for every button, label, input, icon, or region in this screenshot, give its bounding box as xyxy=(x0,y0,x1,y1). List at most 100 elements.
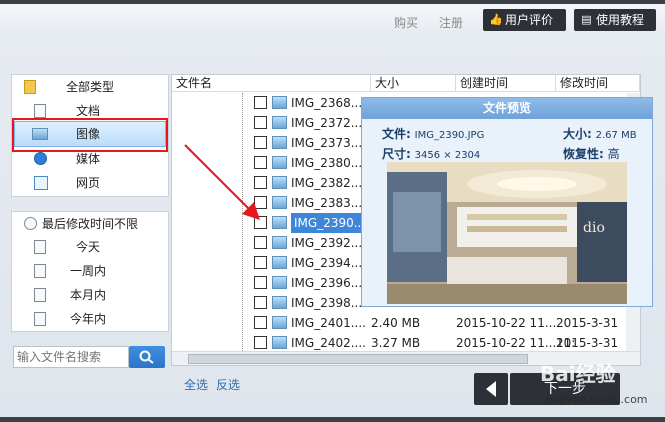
user-reviews-button[interactable]: 👍 用户评价 xyxy=(483,9,566,31)
image-file-icon xyxy=(272,296,287,309)
image-file-icon xyxy=(272,236,287,249)
type-item-all[interactable]: 全部类型 xyxy=(12,76,168,98)
preview-size-label: 大小: xyxy=(563,127,592,141)
table-row[interactable]: IMG_2401.... 2.40 MB 2015-10-22 11... 2015-… xyxy=(172,313,640,350)
file-preview-popup: 文件预览 文件: IMG_2390.JPG 大小: 2.67 MB 尺寸: 34… xyxy=(361,97,653,307)
preview-recover-value: 高 xyxy=(607,147,620,161)
preview-dim-value: 3456 × 2304 xyxy=(414,150,481,161)
select-all-link[interactable]: 全选 xyxy=(184,376,208,393)
calendar-icon xyxy=(34,288,46,302)
preview-file-value: IMG_2390.JPG xyxy=(414,130,485,141)
image-file-icon xyxy=(272,276,287,289)
preview-recoverability: 恢复性: 高 xyxy=(563,145,620,162)
image-file-icon xyxy=(272,216,287,229)
document-icon xyxy=(34,104,46,118)
webpage-icon xyxy=(34,176,48,190)
register-link[interactable]: 注册 xyxy=(439,14,463,31)
preview-file-label: 文件: xyxy=(382,127,411,141)
file-name: IMG_2383.... xyxy=(291,196,366,210)
buy-link[interactable]: 购买 xyxy=(394,14,418,31)
type-item-webpage[interactable]: 网页 xyxy=(12,172,168,194)
file-name: IMG_2390.... xyxy=(291,213,372,233)
row-checkbox[interactable] xyxy=(254,256,267,269)
time-label: 最后修改时间不限 xyxy=(42,217,139,231)
file-name: IMG_2402.... xyxy=(291,336,366,350)
store-photo: dio xyxy=(387,162,627,304)
time-label: 一周内 xyxy=(70,264,107,278)
file-size: 2.40 MB xyxy=(371,316,421,330)
image-file-icon xyxy=(272,136,287,149)
row-checkbox[interactable] xyxy=(254,116,267,129)
preview-recover-label: 恢复性: xyxy=(563,147,604,161)
time-label: 今天 xyxy=(76,240,101,254)
row-checkbox[interactable] xyxy=(254,96,267,109)
book-icon: ▤ xyxy=(581,13,592,26)
header-bar: 购买 注册 👍 用户评价 ▤ 使用教程 xyxy=(0,4,665,32)
search-box xyxy=(13,346,130,368)
image-file-icon xyxy=(272,116,287,129)
back-arrow-icon xyxy=(486,381,496,397)
calendar-icon xyxy=(34,312,46,326)
image-file-icon xyxy=(272,336,287,349)
time-item-today[interactable]: 今天 xyxy=(12,236,168,258)
image-file-icon xyxy=(272,316,287,329)
folder-icon xyxy=(24,80,36,94)
column-header-created[interactable]: 创建时间 xyxy=(456,75,556,92)
annotation-arrow xyxy=(184,144,260,220)
image-file-icon xyxy=(272,156,287,169)
time-item-week[interactable]: 一周内 xyxy=(12,260,168,282)
type-label: 全部类型 xyxy=(66,80,115,94)
preview-title: 文件预览 xyxy=(362,98,652,119)
time-item-year[interactable]: 今年内 xyxy=(12,308,168,330)
calendar-icon xyxy=(34,240,46,254)
image-file-icon xyxy=(272,256,287,269)
column-header-name[interactable]: 文件名 xyxy=(172,75,371,92)
file-name: IMG_2380.... xyxy=(291,156,366,170)
file-name: IMG_2372.... xyxy=(291,116,366,130)
media-icon xyxy=(34,152,47,165)
search-input[interactable] xyxy=(14,347,130,367)
red-highlight-box xyxy=(12,118,168,152)
modified-time-panel: 最后修改时间不限 今天 一周内 本月内 今年内 xyxy=(11,211,169,332)
file-created: 2015-10-22 11... xyxy=(456,336,557,350)
row-checkbox[interactable] xyxy=(254,276,267,289)
image-file-icon xyxy=(272,176,287,189)
time-item-month[interactable]: 本月内 xyxy=(12,284,168,306)
row-checkbox[interactable] xyxy=(254,236,267,249)
file-created: 2015-10-22 11... xyxy=(456,316,557,330)
file-name: IMG_2398.... xyxy=(291,296,366,310)
invert-selection-link[interactable]: 反选 xyxy=(216,376,240,393)
image-file-icon xyxy=(272,196,287,209)
row-checkbox[interactable] xyxy=(254,316,267,329)
preview-size-value: 2.67 MB xyxy=(595,130,637,141)
time-label: 今年内 xyxy=(70,312,107,326)
preview-dim-label: 尺寸: xyxy=(382,147,411,161)
time-item-any[interactable]: 最后修改时间不限 xyxy=(12,213,168,235)
store-sign: dio xyxy=(583,220,605,236)
preview-file: 文件: IMG_2390.JPG xyxy=(382,125,484,142)
file-name: IMG_2368.... xyxy=(291,96,366,110)
file-name: IMG_2373.... xyxy=(291,136,366,150)
watermark-logo: Bai经验 xyxy=(540,362,616,386)
file-name: IMG_2396.... xyxy=(291,276,366,290)
column-header-size[interactable]: 大小 xyxy=(371,75,456,92)
search-icon xyxy=(139,350,154,364)
search-button[interactable] xyxy=(129,346,165,368)
preview-size: 大小: 2.67 MB xyxy=(563,125,637,142)
image-file-icon xyxy=(272,96,287,109)
watermark-url: jingyan.baidu.com xyxy=(546,393,648,406)
row-checkbox[interactable] xyxy=(254,336,267,349)
scroll-thumb[interactable] xyxy=(188,354,528,364)
user-reviews-label: 用户评价 xyxy=(505,13,554,27)
window-bottom-edge xyxy=(0,417,665,422)
type-label: 网页 xyxy=(76,176,101,190)
preview-dimensions: 尺寸: 3456 × 2304 xyxy=(382,145,480,162)
column-header-modified[interactable]: 修改时间 xyxy=(556,75,640,92)
row-checkbox[interactable] xyxy=(254,296,267,309)
file-size: 3.27 MB xyxy=(371,336,421,350)
file-name: IMG_2401.... xyxy=(291,316,366,330)
tutorial-button[interactable]: ▤ 使用教程 xyxy=(574,9,656,31)
clock-icon xyxy=(24,217,37,230)
back-button[interactable] xyxy=(474,373,508,405)
table-row[interactable]: IMG_2402.... 3.27 MB 2015-10-22 11... 2015-… xyxy=(172,333,640,365)
